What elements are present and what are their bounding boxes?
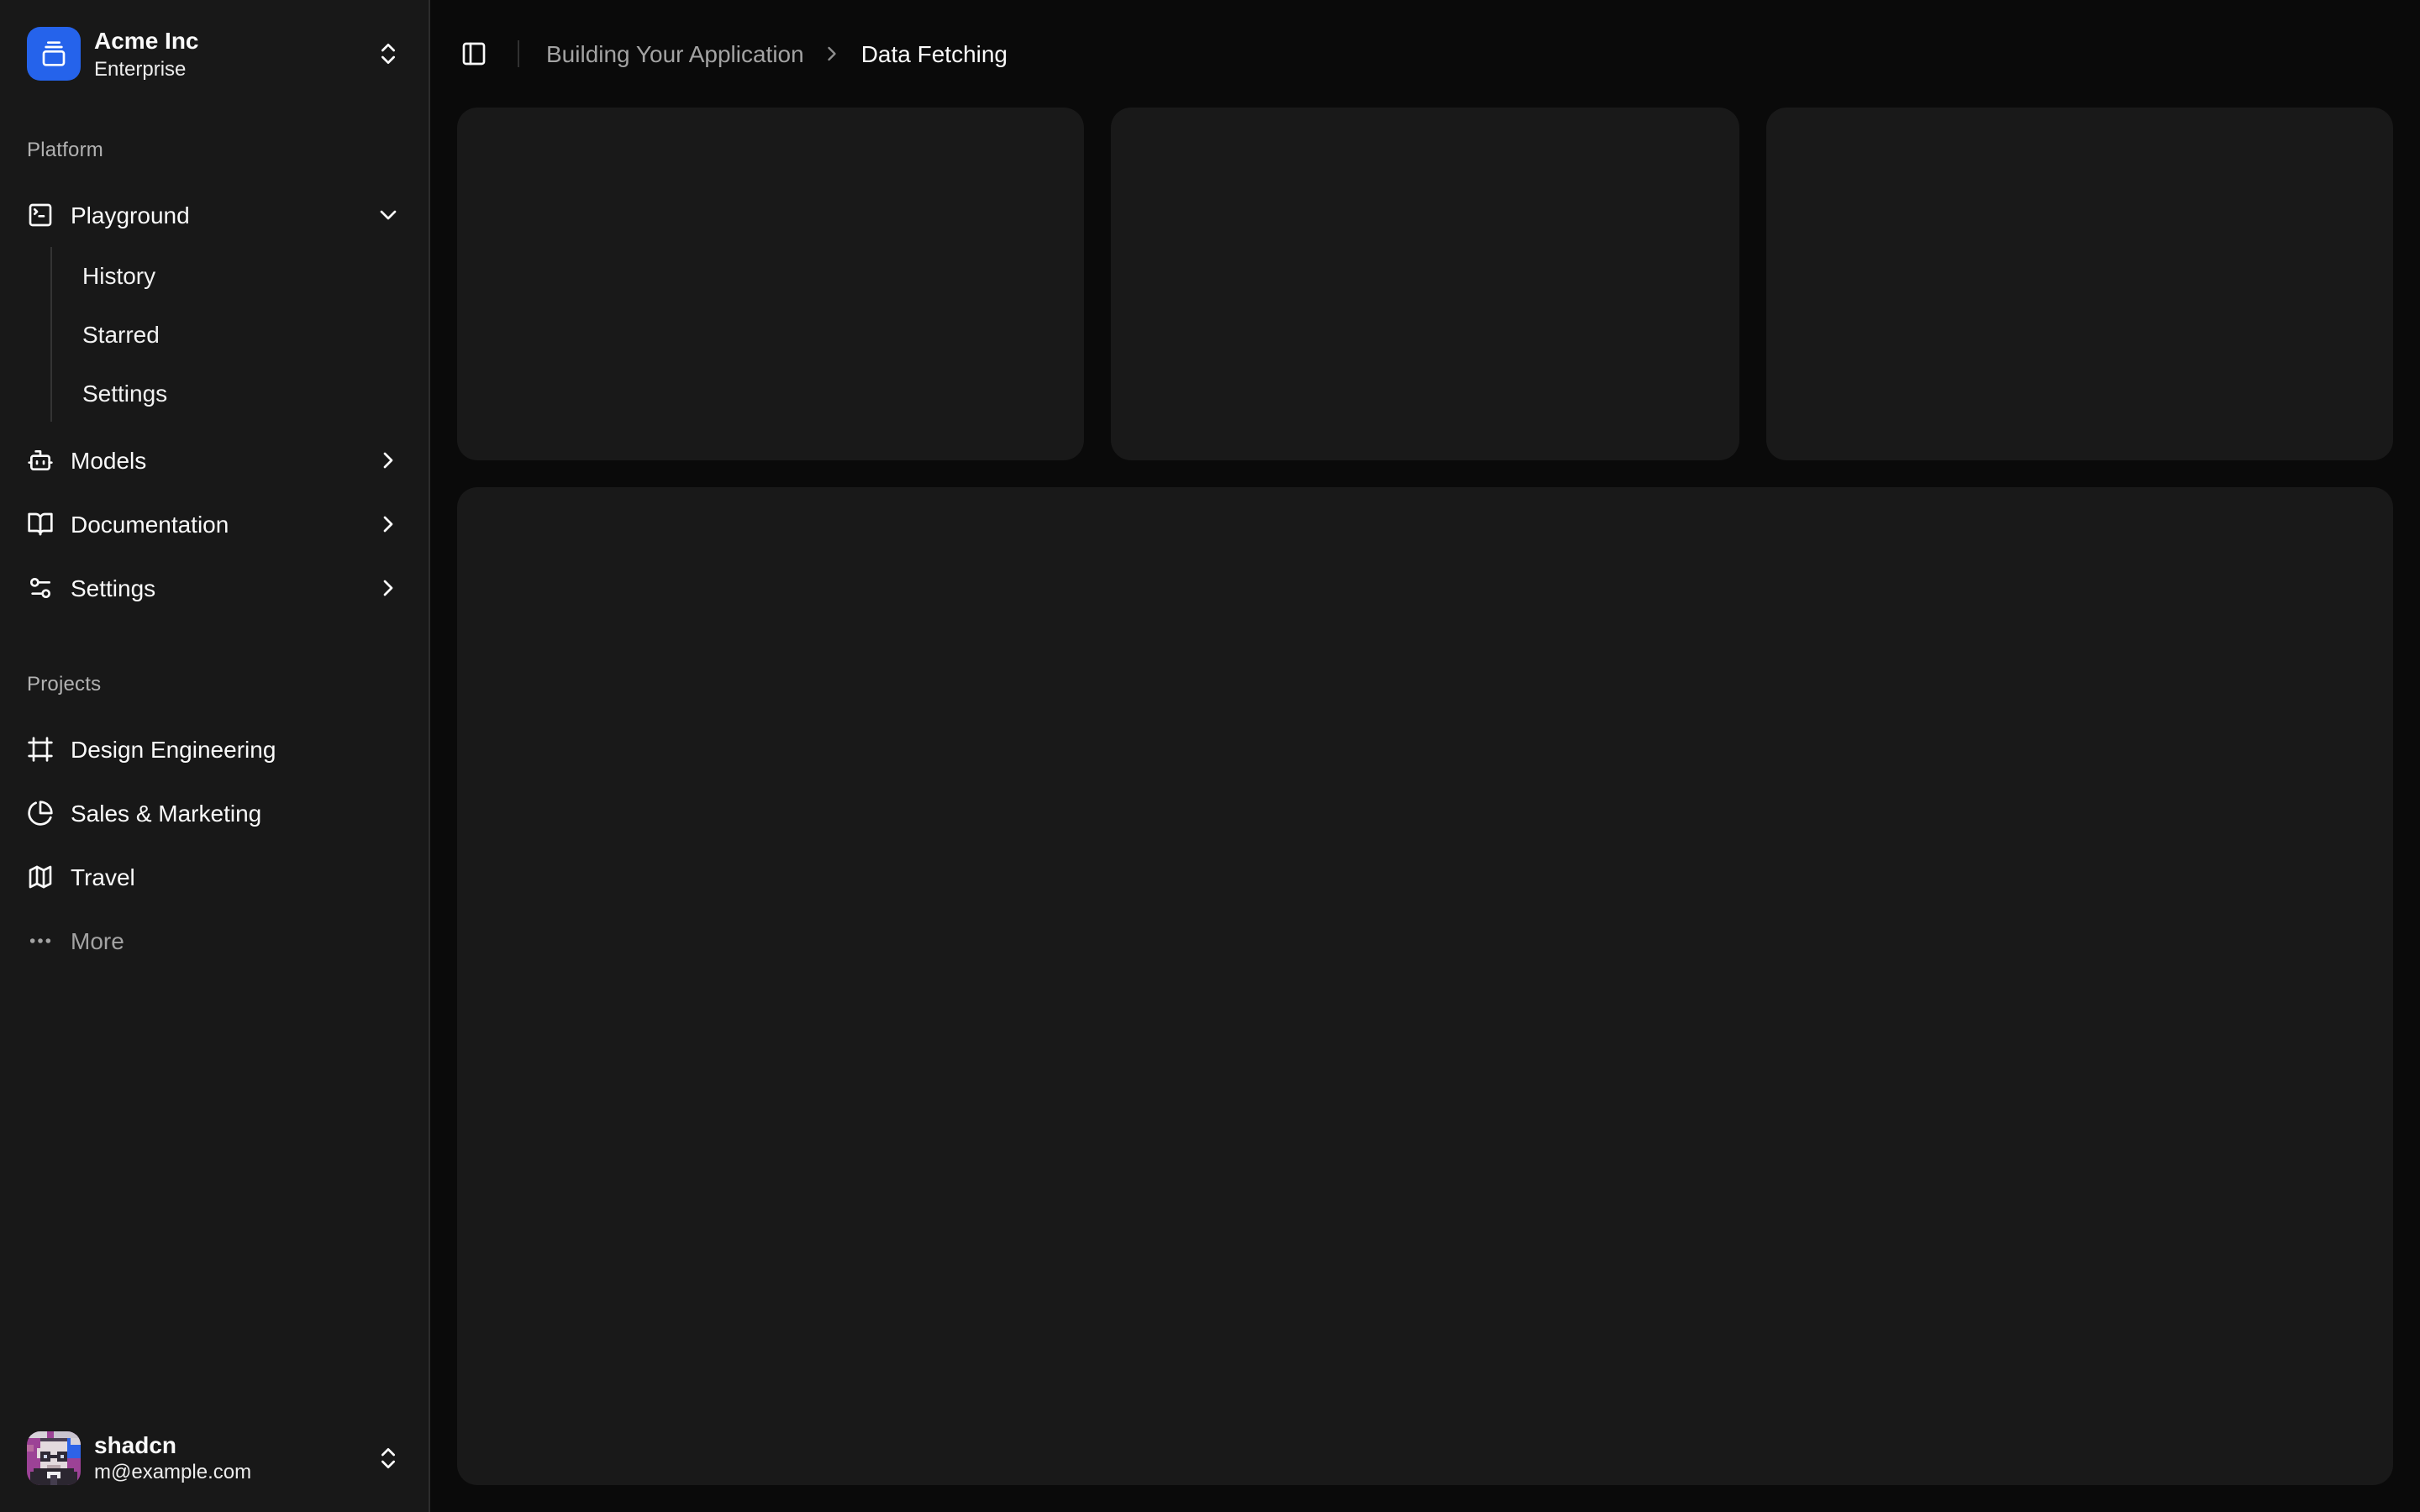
sidebar: Acme Inc Enterprise Platform xyxy=(0,0,430,1512)
sidebar-toggle-button[interactable] xyxy=(450,30,497,77)
breadcrumb-parent-link[interactable]: Building Your Application xyxy=(546,40,804,67)
ellipsis-icon xyxy=(27,927,54,954)
main-header: Building Your Application Data Fetching xyxy=(430,0,2420,108)
chevron-right-icon xyxy=(821,42,844,66)
user-name: shadcn xyxy=(94,1431,361,1460)
square-terminal-icon xyxy=(27,202,54,228)
chevron-down-icon xyxy=(375,202,402,228)
sidebar-subitem-settings[interactable]: Settings xyxy=(69,367,415,417)
projects-menu: Design Engineering Sales & Marketing xyxy=(13,722,415,969)
group-label-platform: Platform xyxy=(13,122,415,176)
chevrons-up-down-icon xyxy=(375,41,402,68)
map-icon xyxy=(27,864,54,890)
user-avatar xyxy=(27,1431,81,1485)
sidebar-item-label: More xyxy=(71,927,124,954)
chevron-right-icon xyxy=(375,511,402,538)
placeholder-cards-row xyxy=(457,108,2393,460)
frame-icon xyxy=(27,736,54,763)
sidebar-item-label: Documentation xyxy=(71,511,229,538)
team-switcher-button[interactable]: Acme Inc Enterprise xyxy=(13,13,415,95)
playground-submenu: History Starred Settings xyxy=(50,246,415,421)
sidebar-group-projects: Projects Design Engineering xyxy=(0,643,429,982)
chevrons-up-down-icon xyxy=(375,1445,402,1472)
bot-icon xyxy=(27,447,54,474)
breadcrumb: Building Your Application Data Fetching xyxy=(546,40,1007,67)
placeholder-card-body xyxy=(457,487,2393,1485)
sidebar-footer: shadcn m@example.com xyxy=(0,1404,429,1512)
main-area: Building Your Application Data Fetching xyxy=(430,0,2420,1512)
user-info: shadcn m@example.com xyxy=(94,1431,361,1485)
placeholder-card-2 xyxy=(1112,108,1739,460)
header-separator xyxy=(518,40,519,67)
book-open-icon xyxy=(27,511,54,538)
sidebar-item-more[interactable]: More xyxy=(13,913,415,969)
team-logo xyxy=(27,28,81,81)
sidebar-item-label: Settings xyxy=(71,575,155,601)
sidebar-item-label: Travel xyxy=(71,864,135,890)
sidebar-item-playground[interactable]: Playground xyxy=(13,187,415,243)
sliders-icon xyxy=(27,575,54,601)
pie-chart-icon xyxy=(27,800,54,827)
user-email: m@example.com xyxy=(94,1460,361,1485)
chevron-right-icon xyxy=(375,575,402,601)
breadcrumb-current-page: Data Fetching xyxy=(861,40,1007,67)
gallery-vertical-end-icon xyxy=(40,41,67,68)
sidebar-group-platform: Platform Playground xyxy=(0,108,429,629)
user-menu-button[interactable]: shadcn m@example.com xyxy=(13,1417,415,1499)
sidebar-item-models[interactable]: Models xyxy=(13,433,415,488)
sidebar-item-sales-marketing[interactable]: Sales & Marketing xyxy=(13,785,415,841)
sidebar-item-travel[interactable]: Travel xyxy=(13,849,415,905)
sidebar-subitem-history[interactable]: History xyxy=(69,249,415,300)
sidebar-item-settings[interactable]: Settings xyxy=(13,560,415,616)
sidebar-item-design-engineering[interactable]: Design Engineering xyxy=(13,722,415,777)
page-content xyxy=(430,108,2420,1512)
placeholder-card-3 xyxy=(1765,108,2393,460)
sidebar-item-label: Playground xyxy=(71,202,190,228)
sidebar-item-documentation[interactable]: Documentation xyxy=(13,496,415,552)
sidebar-item-label: Sales & Marketing xyxy=(71,800,261,827)
app-root: Acme Inc Enterprise Platform xyxy=(0,0,2420,1512)
sidebar-subitem-starred[interactable]: Starred xyxy=(69,308,415,359)
sidebar-item-label: Design Engineering xyxy=(71,736,276,763)
platform-menu: Playground History Starred Settings xyxy=(13,187,415,616)
sidebar-header: Acme Inc Enterprise xyxy=(0,0,429,108)
sidebar-item-label: Models xyxy=(71,447,146,474)
placeholder-card-1 xyxy=(457,108,1085,460)
group-label-projects: Projects xyxy=(13,656,415,710)
chevron-right-icon xyxy=(375,447,402,474)
sidebar-content: Platform Playground xyxy=(0,108,429,1404)
panel-left-icon xyxy=(460,40,487,67)
team-name: Acme Inc xyxy=(94,27,361,56)
team-plan: Enterprise xyxy=(94,56,361,81)
team-info: Acme Inc Enterprise xyxy=(94,27,361,81)
